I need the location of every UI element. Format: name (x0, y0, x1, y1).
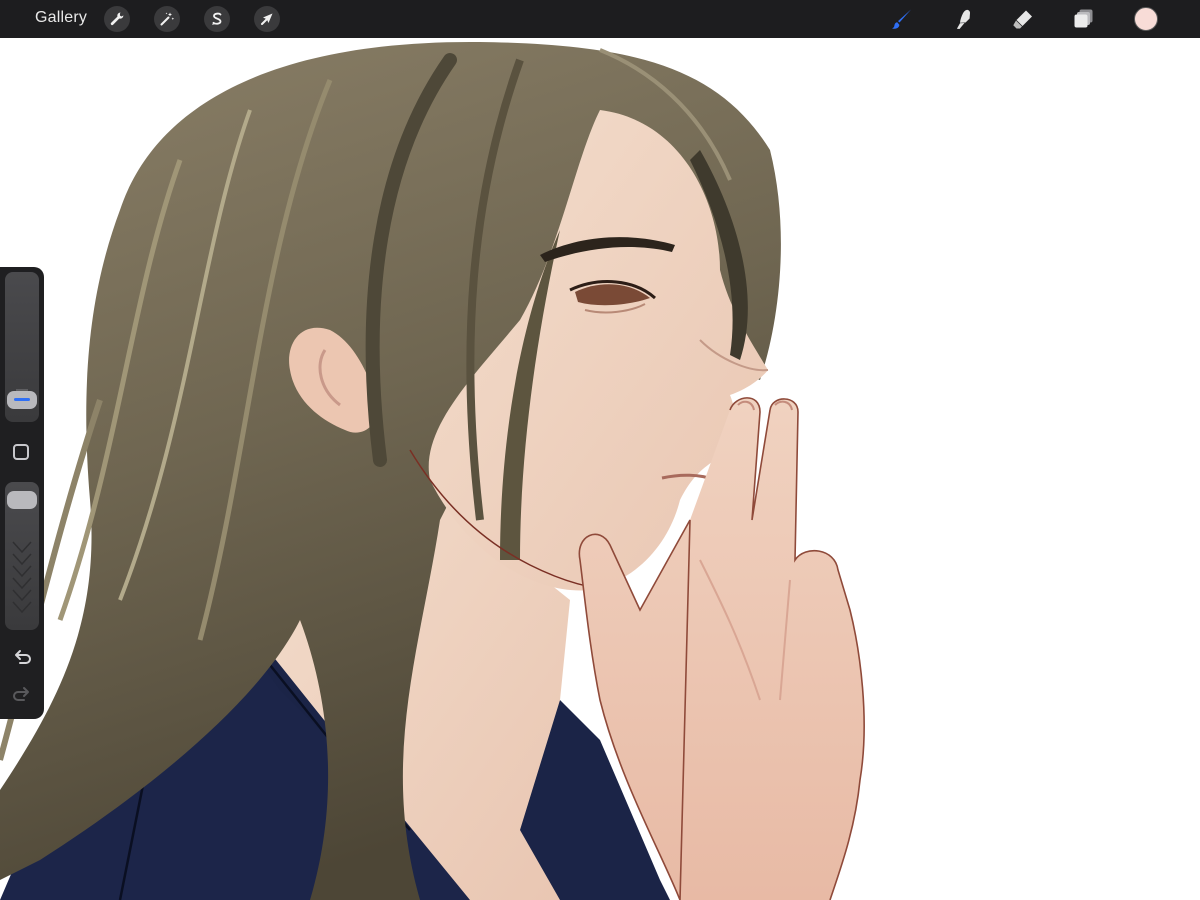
sidebar (0, 267, 44, 719)
artwork (0, 41, 865, 900)
layers-icon (1074, 9, 1093, 28)
drawing-canvas[interactable] (0, 38, 1200, 900)
brush-size-thumb[interactable] (7, 390, 37, 409)
magic-wand-icon (160, 12, 174, 26)
wrench-icon (110, 12, 124, 26)
top-toolbar: Gallery (0, 0, 1200, 38)
arrow-cursor-icon (261, 13, 273, 25)
smudge-button[interactable] (950, 6, 976, 32)
undo-icon[interactable] (11, 647, 33, 669)
adjustments-button[interactable] (154, 6, 180, 32)
color-swatch-button[interactable] (1134, 7, 1158, 31)
transform-button[interactable] (254, 6, 280, 32)
brush-button[interactable] (889, 6, 915, 32)
eraser-button[interactable] (1010, 6, 1036, 32)
redo-icon[interactable] (11, 684, 33, 706)
opacity-thumb[interactable] (7, 491, 37, 510)
smudge-icon (956, 9, 971, 29)
gallery-button[interactable]: Gallery (35, 9, 87, 27)
layers-button[interactable] (1071, 6, 1097, 32)
eraser-icon (1013, 10, 1032, 29)
selection-s-icon (212, 12, 222, 25)
modify-button[interactable] (13, 444, 29, 460)
selection-button[interactable] (204, 6, 230, 32)
opacity-slider[interactable] (5, 482, 39, 630)
actions-button[interactable] (104, 6, 130, 32)
brush-size-slider[interactable] (5, 272, 39, 422)
brush-icon (892, 9, 911, 29)
